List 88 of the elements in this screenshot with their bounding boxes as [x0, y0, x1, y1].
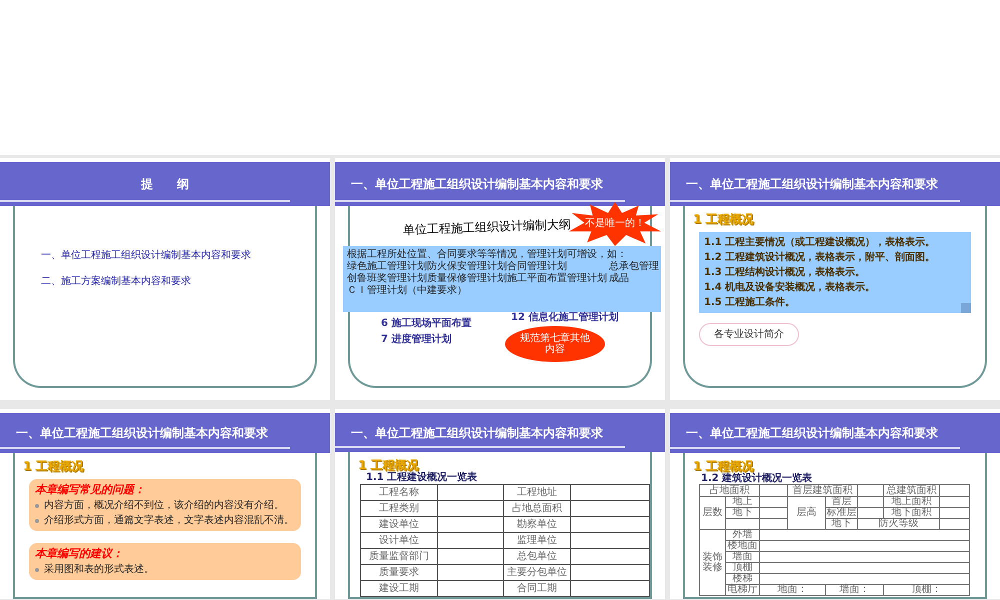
table-cell: 地下	[832, 519, 852, 530]
plan-item: 创鲁班奖管理计划	[347, 273, 427, 284]
bullet-icon	[35, 568, 39, 572]
overview-line: 1.3 工程结构设计概况，表格表示。	[704, 266, 866, 279]
table-caption: 1.1 工程建设概况一览表	[365, 472, 478, 484]
plan-item: 绿色施工管理计划	[347, 261, 427, 272]
table-caption: 1.2 建筑设计概况一览表	[700, 473, 812, 484]
table-cell: 总包单位	[517, 551, 558, 562]
table-cell: 工程地址	[517, 487, 558, 498]
starburst-callout: 不是唯一的！	[569, 202, 661, 246]
table-cell: 墙面：	[840, 585, 870, 596]
slide-title: 一、单位工程施工组织设计编制基本内容和要求	[686, 176, 938, 193]
table-cell: 首层建筑面积	[792, 486, 852, 496]
slide-thumbnail[interactable]: 一、单位工程施工组织设计编制基本内容和要求 1 工程概况 1.1 工程建设概况一览表 工程名称 工程地址 工程类别 占地总面积 建设单位 勘察单位 设计单位 监理单位 质量监督部门 总包单位 质量要求 主要分包单位 建设工期 合同工期	[335, 409, 665, 599]
section-heading: 1 工程概况	[22, 458, 84, 474]
table-cell: 标准层	[826, 508, 856, 518]
bullet-text: 介绍形式方面，通篇文字表述，文字表述内容混乱不清。	[44, 514, 294, 528]
table-cell: 工程名称	[379, 487, 420, 498]
table-cell: 楼梯	[732, 574, 752, 584]
table-cell: 建设工期	[379, 583, 420, 594]
section-heading: 1 工程概况	[692, 211, 754, 226]
slide-thumbnail[interactable]: 一、单位工程施工组织设计编制基本内容和要求 1 工程概况 本章编写常见的问题： 内容方面，概况介绍不到位，该介绍的内容没有介绍。 介绍形式方面，通篇文字表述，文字表述内容混乱不清。 本章编写的建议： 采用图和表的形式表述。	[0, 409, 330, 599]
section-heading: 1 工程概况	[357, 457, 419, 472]
plan-item: ＣＩ管理计划（中建要求）	[347, 285, 467, 297]
table-cell: 工程类别	[379, 503, 420, 514]
plan-item: 成品	[609, 273, 630, 284]
table-cell: 地面：	[778, 585, 808, 596]
table-cell: 顶棚：	[912, 585, 942, 596]
table-cell: 地下	[732, 508, 752, 518]
tip-heading: 本章编写常见的问题：	[35, 483, 145, 498]
plan-item: 总承包管理	[609, 261, 659, 272]
plan-list-item: 12 信息化施工管理计划	[511, 312, 618, 324]
bullet-text: 采用图和表的形式表述。	[44, 563, 154, 576]
table-cell: 外墙	[732, 530, 752, 540]
overview-line: 1.1 工程主要情况（或工程建设概况），表格表示。	[704, 236, 936, 249]
table-cell: 顶棚	[732, 563, 752, 574]
table-cell: 层数	[702, 508, 722, 518]
bullet-icon	[35, 518, 39, 523]
table-cell: 占地总面积	[512, 503, 562, 514]
slide-title: 一、单位工程施工组织设计编制基本内容和要求	[16, 425, 268, 442]
folded-corner	[961, 303, 971, 313]
slide-thumbnail[interactable]: 一、单位工程施工组织设计编制基本内容和要求 单位工程施工组织设计编制大纲 不是唯一的！ 根据工程所处位置、合同要求等等情况，管理计划可增设，如： 绿色施工管理计划防火保安管理计划合同管理计划 总承包管理 创鲁班奖管理计划质量保修管理计划施工平面布置管理计划 成品 ＣＩ管理计划（中建要求） 6 施工现场平面布置 7 进度管理计划 12 信息化施工管理计划 规范第七章其他内容	[335, 158, 665, 400]
overview-line: 1.2 工程建筑设计概况，表格表示，附平、剖面图。	[704, 251, 936, 264]
table-cell: 合同工期	[517, 583, 558, 594]
table-cell: 质量监督部门	[369, 551, 430, 562]
slide-thumbnail[interactable]: 一、单位工程施工组织设计编制基本内容和要求 1 工程概况 1.2 建筑设计概况一览表 占地面积 首层建筑面积 总建筑面积 层数 地上 层高 首层 地上面积 地下 标准层 地下面积 地下 防火等级 装饰装修 外墙 楼地面 墙面 顶棚 楼梯 电梯厅 地面： 墙面： 顶棚：	[670, 409, 1000, 599]
table-cell: 地上面积	[892, 497, 932, 508]
table-cell: 墙面	[732, 552, 752, 562]
overview-line: 1.4 机电及设备安装概况，表格表示。	[704, 281, 876, 294]
table-cell: 地上	[732, 497, 752, 508]
plan-list-item: 6 施工现场平面布置	[381, 318, 472, 330]
slide-title: 一、单位工程施工组织设计编制基本内容和要求	[351, 424, 603, 442]
table-cell: 楼地面	[728, 541, 758, 552]
table-cell: 首层	[832, 497, 852, 508]
bullet-icon	[35, 504, 39, 508]
slide-title: 一、单位工程施工组织设计编制基本内容和要求	[686, 425, 938, 442]
table-cell: 设计单位	[379, 535, 420, 546]
slide-title: 提 纲	[141, 176, 189, 193]
table-cell: 层高	[796, 508, 816, 518]
overview-line: 1.5 工程施工条件。	[704, 296, 796, 309]
table-cell: 装饰装修	[702, 552, 722, 573]
slide-thumbnail[interactable]: 一、单位工程施工组织设计编制基本内容和要求 1 工程概况 1.1 工程主要情况（或工程建设概况），表格表示。 1.2 工程建筑设计概况，表格表示，附平、剖面图。 1.3 工程结构设计概况，表格表示。 1.4 机电及设备安装概况，表格表示。 1.5 工程施工条件。 各专业设计简介	[670, 158, 1000, 400]
note-text: 根据工程所处位置、合同要求等等情况，管理计划可增设，如：	[347, 249, 627, 260]
plan-item: 防火保安管理计划	[427, 261, 507, 272]
outline-item[interactable]: 一、单位工程施工组织设计编制基本内容和要求	[41, 250, 251, 262]
plan-list-item: 7 进度管理计划	[381, 334, 452, 346]
bullet-text: 内容方面，概况介绍不到位，该介绍的内容没有介绍。	[44, 499, 284, 512]
slide-title: 一、单位工程施工组织设计编制基本内容和要求	[351, 176, 603, 193]
table-cell: 总建筑面积	[886, 486, 936, 496]
slide-thumbnail[interactable]: 提 纲 一、单位工程施工组织设计编制基本内容和要求 二、施工方案编制基本内容和要求	[0, 158, 330, 400]
diagram-heading: 单位工程施工组织设计编制大纲	[402, 216, 572, 239]
table-cell: 地下面积	[892, 508, 932, 518]
oval-callout: 规范第七章其他内容	[505, 326, 605, 362]
cloud-callout: 各专业设计简介	[699, 323, 799, 346]
table-cell: 质量要求	[379, 567, 420, 578]
tip-heading: 本章编写的建议：	[35, 547, 123, 562]
table-cell: 监理单位	[517, 535, 558, 546]
plan-item: 质量保修管理计划	[427, 273, 507, 284]
table-cell: 建设单位	[379, 519, 420, 530]
table-cell: 主要分包单位	[507, 567, 568, 578]
plan-item: 合同管理计划	[507, 261, 568, 272]
table-cell: 电梯厅	[728, 585, 758, 596]
table-cell: 防火等级	[878, 519, 918, 530]
plan-item: 施工平面布置管理计划	[507, 273, 608, 284]
table-cell: 勘察单位	[517, 519, 558, 530]
outline-item[interactable]: 二、施工方案编制基本内容和要求	[41, 276, 191, 288]
section-heading: 1 工程概况	[692, 458, 754, 474]
table-cell: 占地面积	[710, 486, 750, 496]
